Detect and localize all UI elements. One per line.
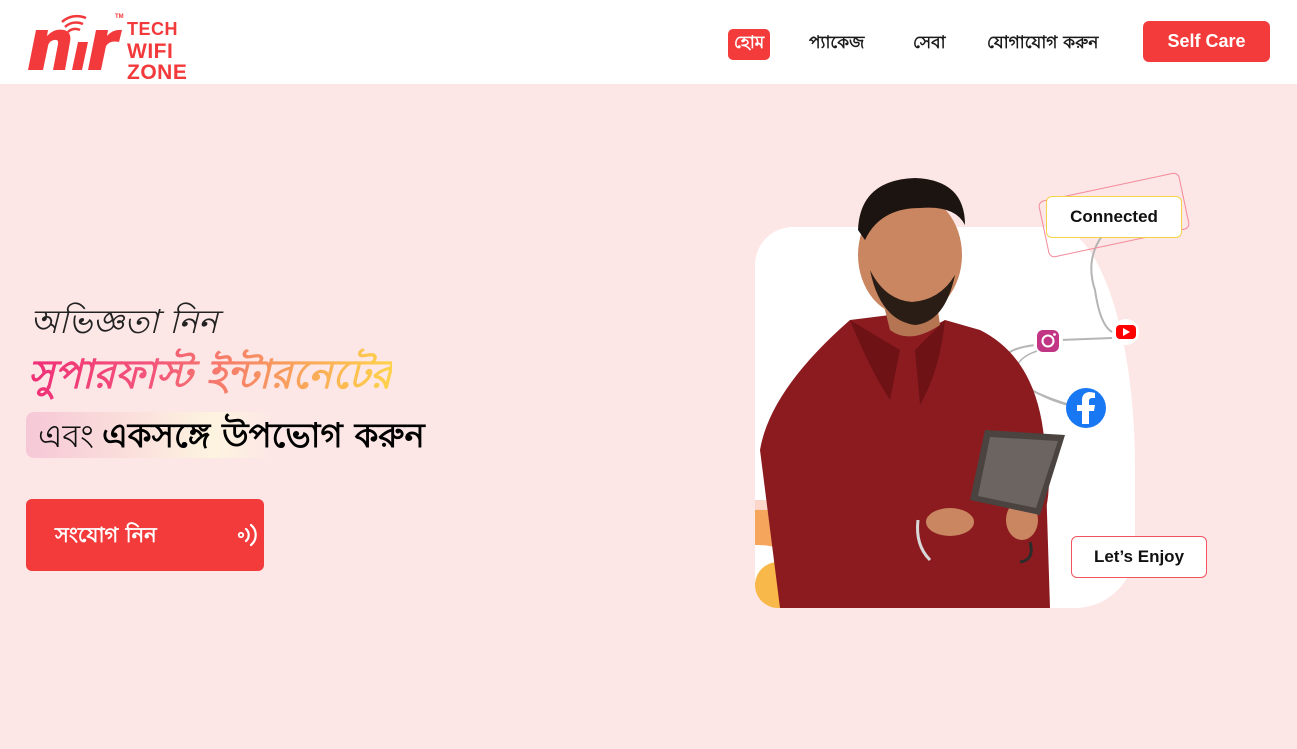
nr-logo-icon (28, 14, 122, 71)
brand-wordmark: TM TECH WIFI ZONE (115, 14, 236, 84)
hero-line3: এবং একসঙ্গে উপভোগ করুন (26, 410, 425, 458)
lets-enjoy-tag: Let’s Enjoy (1071, 536, 1207, 578)
youtube-icon (1113, 319, 1139, 345)
brand-logo[interactable]: TM TECH WIFI ZONE (26, 12, 236, 83)
connected-tag: Connected (1046, 196, 1182, 238)
wifi-signal-icon (237, 523, 257, 547)
get-connection-button[interactable]: সংযোগ নিন (26, 499, 264, 571)
hero-line2: সুপারফাস্ট ইন্টারনেটের (28, 343, 392, 410)
instagram-icon (1033, 326, 1063, 356)
cta-label: সংযোগ নিন (55, 523, 157, 547)
hero-line3-part1: এবং (38, 417, 94, 455)
hero-line3-part2: একসঙ্গে উপভোগ করুন (101, 416, 425, 456)
nav-item-packages[interactable]: প্যাকেজ (809, 30, 864, 58)
nav-item-contact[interactable]: যোগাযোগ করুন (987, 30, 1098, 58)
brand-line2: WIFI ZONE (127, 40, 188, 84)
brand-line1: TECH (127, 19, 178, 39)
site-header: TM TECH WIFI ZONE হোম প্যাকেজ সেবা যোগায… (0, 0, 1297, 84)
self-care-button[interactable]: Self Care (1143, 21, 1270, 62)
trademark-label: TM (115, 14, 124, 20)
hero-illustration: Connected Let’s Enjoy (740, 150, 1220, 620)
nav-item-home[interactable]: হোম (728, 29, 771, 60)
facebook-icon (1066, 388, 1106, 428)
nav-item-services[interactable]: সেবা (913, 30, 946, 58)
